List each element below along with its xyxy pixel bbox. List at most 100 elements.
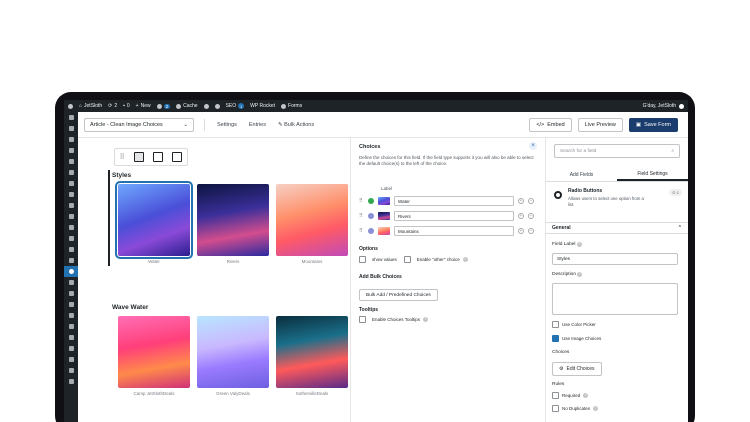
users-icon[interactable] xyxy=(64,299,78,310)
wrench-icon[interactable] xyxy=(64,310,78,321)
wp-rocket-link[interactable]: WP Rocket xyxy=(250,103,275,109)
choice-label-input[interactable]: Mountains xyxy=(394,226,514,236)
no-duplicates-row: No Duplicates ? xyxy=(552,405,599,412)
field-settings-icon[interactable] xyxy=(153,152,164,162)
choice-rivers[interactable]: Rivers xyxy=(197,184,269,264)
choice-camp-jetsloth[interactable]: Camp JetSlothDeals xyxy=(118,316,190,396)
choice-thumbnail[interactable] xyxy=(378,197,390,205)
help-icon[interactable]: ? xyxy=(577,272,583,277)
description-textarea[interactable] xyxy=(552,283,678,315)
use-color-picker-checkbox[interactable] xyxy=(552,321,559,328)
general-section-toggle[interactable]: General ⌃ xyxy=(546,222,688,234)
default-choice-radio[interactable] xyxy=(368,213,374,219)
wordpress-icon[interactable] xyxy=(203,103,209,109)
seo-menu-icon[interactable] xyxy=(64,332,78,343)
tab-add-fields[interactable]: Add Fields xyxy=(546,168,617,181)
media-icon[interactable] xyxy=(64,145,78,156)
grid-icon[interactable] xyxy=(64,233,78,244)
help-icon[interactable]: ? xyxy=(462,257,468,262)
choice-label-input[interactable]: Water xyxy=(394,196,514,206)
analytics-icon[interactable] xyxy=(64,178,78,189)
comments-icon[interactable] xyxy=(64,211,78,222)
cache-link[interactable]: Cache xyxy=(176,103,198,109)
drag-handle-icon[interactable]: ⠿ xyxy=(359,228,364,234)
settings-icon[interactable] xyxy=(64,321,78,332)
layers-icon[interactable] xyxy=(64,255,78,266)
code-icon[interactable] xyxy=(64,343,78,354)
appearance-icon[interactable] xyxy=(64,277,78,288)
enable-tooltips-checkbox[interactable] xyxy=(359,316,366,323)
drag-handle-icon[interactable]: ⠿ xyxy=(359,198,364,204)
rocket-menu-icon[interactable] xyxy=(64,365,78,376)
seo-link[interactable]: SEO 1 xyxy=(226,103,245,109)
choice-thumbnail[interactable] xyxy=(378,212,390,220)
no-duplicates-checkbox[interactable] xyxy=(552,405,559,412)
remove-choice-icon[interactable]: − xyxy=(528,213,534,219)
default-choice-radio[interactable] xyxy=(368,198,374,204)
new-link[interactable]: + New xyxy=(136,103,151,109)
rules-heading: Rules xyxy=(552,382,565,387)
wp-logo-icon[interactable] xyxy=(68,103,73,109)
enable-other-checkbox[interactable] xyxy=(403,256,411,263)
user-icon xyxy=(679,103,684,109)
save-form-button[interactable]: ▣ Save Form xyxy=(628,117,678,132)
help-icon[interactable]: ? xyxy=(422,317,428,322)
bulk-add-button[interactable]: Bulk Add / Predefined Choices xyxy=(359,289,438,301)
default-choice-radio[interactable] xyxy=(368,228,374,234)
bulk-actions-link[interactable]: ✎ Bulk Actions xyxy=(278,122,314,128)
embed-button[interactable]: </> Embed xyxy=(529,117,572,132)
edit-choices-button[interactable]: ⚙ Edit Choices xyxy=(552,362,602,376)
settings-link[interactable]: Settings xyxy=(217,122,237,128)
remove-choice-icon[interactable]: − xyxy=(528,198,534,204)
form-switcher[interactable]: Article - Clean Image Choices ⌄ xyxy=(84,117,194,132)
close-icon[interactable]: × xyxy=(529,142,537,150)
jetsloth-icon[interactable] xyxy=(64,123,78,134)
collapse-icon[interactable] xyxy=(64,376,78,387)
yoast-menu-icon[interactable] xyxy=(64,354,78,365)
duplicate-icon[interactable] xyxy=(133,152,144,162)
choice-water[interactable]: Water xyxy=(115,181,193,264)
products-icon[interactable] xyxy=(64,167,78,178)
add-choice-icon[interactable]: + xyxy=(518,213,524,219)
woocommerce-icon[interactable] xyxy=(64,156,78,167)
choice-green-valy[interactable]: Green ValyDeals xyxy=(197,316,269,396)
marketing-icon[interactable] xyxy=(64,189,78,200)
add-choice-icon[interactable]: + xyxy=(518,228,524,234)
use-image-choices-checkbox[interactable] xyxy=(552,335,559,342)
drag-handle-icon[interactable]: ⠿ xyxy=(120,153,125,161)
forms-menu-icon[interactable] xyxy=(64,266,78,277)
site-name[interactable]: ⌂ JetSloth xyxy=(79,103,102,109)
forms-link[interactable]: Forms xyxy=(281,103,302,109)
pages-icon[interactable] xyxy=(64,222,78,233)
account-menu[interactable]: G'day, JetSloth xyxy=(643,103,684,109)
remove-choice-icon[interactable]: − xyxy=(528,228,534,234)
choice-label-input[interactable]: Rivers xyxy=(394,211,514,221)
drag-handle-icon[interactable]: ⠿ xyxy=(359,213,364,219)
required-checkbox[interactable] xyxy=(552,392,559,399)
help-icon[interactable]: ? xyxy=(593,406,599,411)
choice-thumbnail[interactable] xyxy=(378,227,390,235)
help-icon[interactable]: ? xyxy=(583,393,589,398)
general-heading: General xyxy=(552,225,571,231)
choice-sotherville[interactable]: SothervilleDeals xyxy=(276,316,348,396)
entries-link[interactable]: Entries xyxy=(249,122,266,128)
tools-icon[interactable] xyxy=(64,244,78,255)
dashboard-icon[interactable] xyxy=(64,112,78,123)
posts-icon[interactable] xyxy=(64,134,78,145)
show-values-checkbox[interactable] xyxy=(359,256,366,263)
yoast-link[interactable]: 2 xyxy=(156,103,171,109)
field-label-input[interactable]: Styles xyxy=(552,253,678,265)
field-search-input[interactable]: Search for a field ⌕ xyxy=(554,144,680,158)
add-choice-icon[interactable]: + xyxy=(518,198,524,204)
comments-link[interactable]: ▪ 0 xyxy=(123,103,130,109)
plugins-icon[interactable] xyxy=(64,288,78,299)
tab-field-settings[interactable]: Field Settings xyxy=(617,168,688,181)
choice-mountains[interactable]: Mountains xyxy=(276,184,348,264)
live-preview-button[interactable]: Live Preview xyxy=(577,117,623,132)
forms-icon xyxy=(281,103,287,109)
mail-icon[interactable] xyxy=(214,103,220,109)
updates-link[interactable]: ⟳ 2 xyxy=(108,103,117,109)
pin-icon[interactable] xyxy=(64,200,78,211)
help-icon[interactable]: ? xyxy=(576,242,582,247)
trash-icon[interactable] xyxy=(172,152,183,162)
